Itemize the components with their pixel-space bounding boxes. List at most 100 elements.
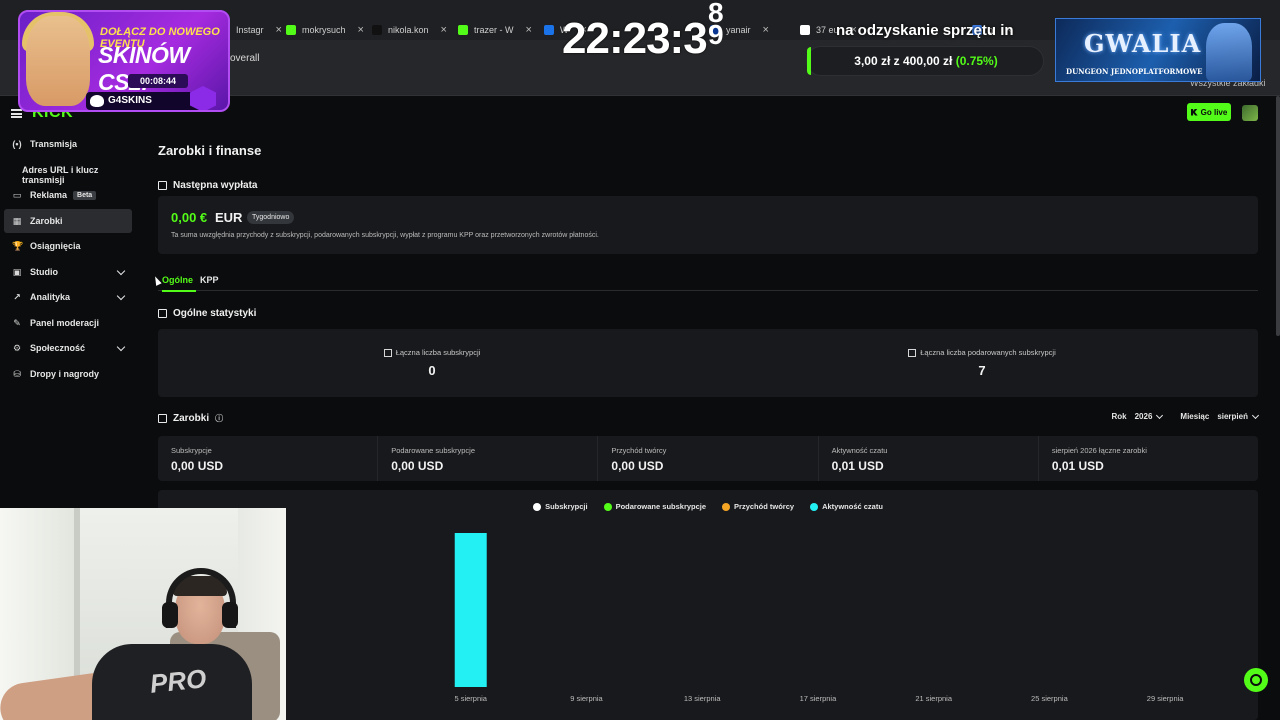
sidebar-item-analityka[interactable]: ↗ Analityka — [4, 285, 132, 309]
screen: Instagr × mokrysuch × nikola.kon × trazer - W ×… — [0, 0, 1280, 720]
promo-brand-name: G4SKINS — [108, 95, 152, 106]
next-payout-title: Następna wypłata — [173, 180, 258, 191]
browser-tab[interactable]: nikola.kon × — [372, 20, 447, 40]
close-tab-icon[interactable]: × — [441, 24, 447, 36]
close-tab-icon[interactable]: × — [526, 24, 532, 36]
chevron-down-icon — [1251, 411, 1260, 419]
payout-note: Ta suma uwzględnia przychody z subskrypc… — [171, 232, 599, 239]
earnings-column-label: Aktywność czatu — [831, 446, 888, 455]
next-payout-heading: Następna wypłata — [158, 180, 257, 191]
sidebar-item-reklama[interactable]: ▭ Reklama Beta — [4, 183, 132, 207]
general-stats-title: Ogólne statystyki — [173, 308, 257, 319]
year-select[interactable]: 2026 — [1135, 411, 1164, 421]
sidebar-item-społeczność[interactable]: ⚙ Społeczność — [4, 336, 132, 360]
earnings-filters: Rok 2026 Miesiąc sierpień — [1111, 411, 1260, 421]
sidebar-item-transmisja[interactable]: (•) Transmisja — [4, 132, 132, 156]
sidebar-item-label: Studio — [30, 267, 58, 277]
chart-bar[interactable] — [454, 533, 487, 687]
webcam-overlay: PRO — [0, 508, 286, 720]
close-tab-icon[interactable]: × — [276, 24, 282, 36]
sidebar-nav-icon: 🏆 — [12, 241, 24, 251]
info-icon[interactable]: ⓘ — [215, 413, 223, 424]
tab-kpp[interactable]: KPP — [200, 275, 219, 285]
gwalia-banner: GWALIA DUNGEON JEDNOPLATFORMOWE — [1055, 18, 1261, 82]
close-tab-icon[interactable]: × — [358, 24, 364, 36]
chart-icon — [383, 348, 392, 357]
earnings-title: Zarobki — [173, 413, 210, 424]
earnings-column-value: 0,00 USD — [611, 459, 664, 473]
help-chat-button[interactable] — [1244, 668, 1268, 692]
sidebar-item-dropy-i-nagrody[interactable]: ⛁ Dropy i nagrody — [4, 362, 132, 386]
month-select[interactable]: sierpień — [1217, 411, 1260, 421]
tab-label: yanair — [726, 25, 751, 35]
close-tab-icon[interactable]: × — [763, 24, 769, 36]
main-content: Zarobki i finanse Następna wypłata 0,00 … — [152, 96, 1260, 720]
earnings-column-label: Subskrypcje — [171, 446, 212, 455]
earnings-column: Aktywność czatu 0,01 USD — [819, 436, 1039, 481]
goal-progress-bar: 3,00 zł z 400,00 zł (0.75%) — [806, 46, 1044, 76]
sidebar-nav-icon: ▣ — [12, 267, 22, 277]
x-tick-label: 25 sierpnia — [1031, 694, 1069, 703]
sidebar-nav-icon: ↗ — [13, 292, 21, 302]
goal-connector: z — [893, 54, 900, 68]
headset-ear-right — [222, 602, 238, 628]
sidebar-nav-icon: ▭ — [12, 190, 22, 200]
sidebar-item-zarobki[interactable]: ▦ Zarobki — [4, 209, 132, 233]
tab-general[interactable]: Ogólne — [162, 275, 193, 285]
sidebar-item-label: Społeczność — [30, 343, 86, 353]
earnings-column-label: Przychód twórcy — [611, 446, 667, 455]
goal-title: na odzyskanie sprzętu in — [836, 22, 1014, 39]
sidebar-item-label: Analityka — [30, 292, 71, 302]
earnings-summary-card: Subskrypcje 0,00 USD Podarowane subskrypcj… — [158, 436, 1258, 481]
scrollbar[interactable] — [1276, 96, 1280, 336]
tab-label: mokrysuch — [302, 25, 346, 35]
stat-gifted-subs-value: 7 — [978, 363, 986, 378]
earnings-chart-card: Subskrypcji Podarowane subskrypcje Przychó… — [158, 490, 1258, 720]
shirt-print: PRO — [148, 663, 208, 699]
earnings-column-value: 0,00 USD — [391, 459, 444, 473]
address-text[interactable]: overall — [230, 53, 259, 64]
chevron-down-icon[interactable] — [116, 291, 126, 301]
earnings-column-label: sierpień 2026 łączne zarobki — [1051, 446, 1147, 455]
chart-icon — [908, 348, 917, 357]
page-title: Zarobki i finanse — [158, 143, 262, 158]
earnings-chart: 5 sierpnia 9 sierpnia 13 sierpnia 17 sierpn… — [454, 533, 1184, 703]
clock-rolling-digit: 8 9 — [708, 0, 724, 50]
sidebar-nav-icon: (•) — [12, 139, 22, 149]
tab-favicon-icon — [458, 25, 468, 35]
active-tab-indicator — [162, 290, 196, 292]
lion-icon — [90, 95, 104, 107]
year-label: Rok — [1111, 412, 1127, 421]
goal-percent: (0.75%) — [955, 54, 998, 68]
tab-label: Instagr — [236, 25, 264, 35]
chevron-down-icon[interactable] — [116, 342, 126, 352]
tab-favicon-icon — [372, 25, 382, 35]
earnings-column: sierpień 2026 łączne zarobki 0,01 USD — [1039, 436, 1258, 481]
earnings-column: Przychód twórcy 0,00 USD — [598, 436, 819, 481]
sidebar-subitem-stream-key[interactable]: Adres URL i klucz transmisji — [22, 165, 140, 185]
sidebar-item-studio[interactable]: ▣ Studio — [4, 260, 132, 284]
general-stats-heading: Ogólne statystyki — [158, 308, 256, 319]
sidebar: (•) Transmisja Adres URL i klucz transmisj… — [0, 132, 140, 522]
sidebar-item-panel-moderacji[interactable]: ✎ Panel moderacji — [4, 311, 132, 335]
earnings-column-label: Podarowane subskrypcje — [391, 446, 475, 455]
sidebar-nav-icon: ⚙ — [12, 343, 22, 353]
x-tick-label: 21 sierpnia — [915, 694, 953, 703]
stat-total-subs-value: 0 — [428, 363, 436, 378]
x-tick-label: 17 sierpnia — [800, 694, 838, 703]
browser-tab[interactable]: trazer - W × — [458, 20, 532, 40]
sidebar-item-osiągnięcia[interactable]: 🏆 Osiągnięcia — [4, 234, 132, 258]
tab-favicon-icon — [800, 25, 810, 35]
tab-label: nikola.kon — [388, 25, 429, 35]
sidebar-item-label: Panel moderacji — [30, 318, 100, 328]
next-payout-card: 0,00 € EUR Tygodniowo Ta suma uwzględnia… — [158, 196, 1258, 254]
chevron-down-icon[interactable] — [116, 266, 126, 276]
month-value: sierpień — [1217, 412, 1248, 421]
headset-ear-left — [162, 602, 178, 628]
promo-character — [26, 16, 90, 106]
sidebar-item-label: Osiągnięcia — [30, 241, 81, 251]
stat-gifted-subs-label: Łączna liczba podarowanych subskrypcji — [920, 348, 1056, 357]
menu-icon[interactable] — [11, 109, 22, 118]
tab-favicon-icon — [544, 25, 554, 35]
browser-tab[interactable]: mokrysuch × — [286, 20, 364, 40]
